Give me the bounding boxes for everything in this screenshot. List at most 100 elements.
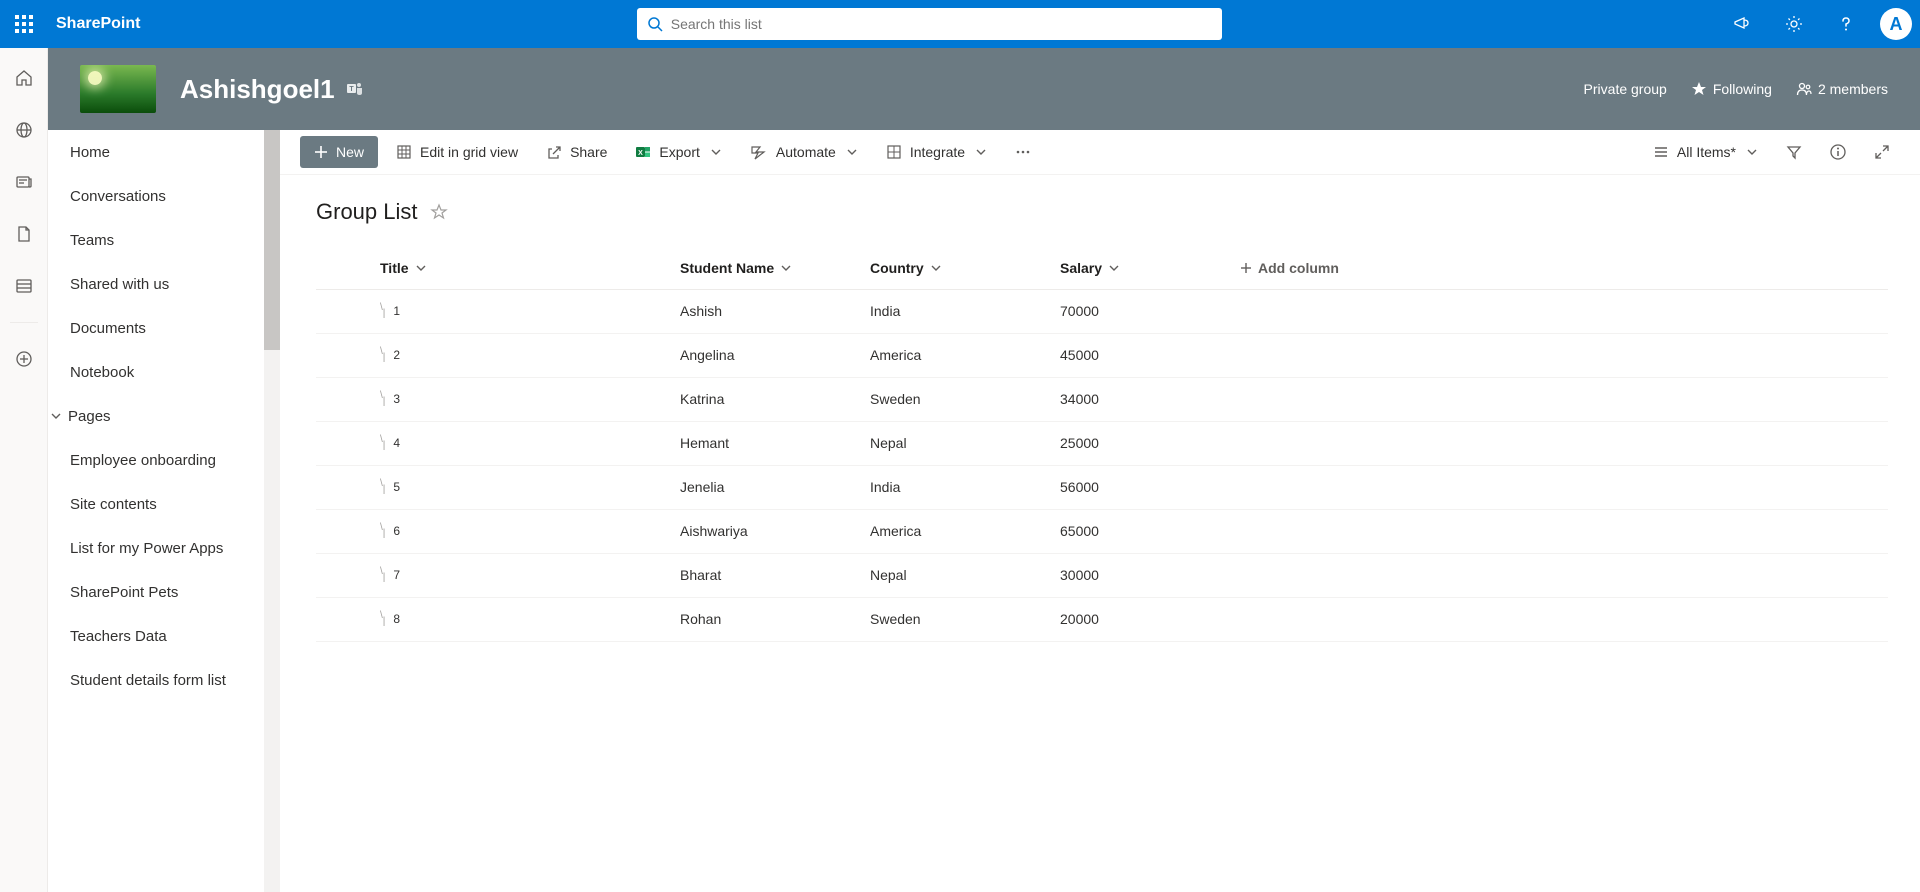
row-title-cell[interactable]: \ |1 [372, 289, 672, 333]
new-button[interactable]: New [300, 136, 378, 168]
site-title[interactable]: Ashishgoel1 [180, 74, 335, 105]
export-label: Export [659, 144, 699, 160]
left-nav-scroll[interactable]: HomeConversationsTeamsShared with usDocu… [48, 130, 280, 892]
edit-grid-button[interactable]: Edit in grid view [386, 136, 528, 168]
automate-button[interactable]: Automate [740, 136, 868, 168]
product-name[interactable]: SharePoint [56, 15, 140, 33]
table-row[interactable]: \ |2AngelinaAmerica45000 [316, 333, 1888, 377]
nav-item-teams[interactable]: Teams [48, 218, 280, 262]
search-input[interactable] [671, 16, 1212, 32]
row-student: Aishwariya [672, 509, 862, 553]
members-button[interactable]: 2 members [1796, 81, 1888, 97]
col-title[interactable]: Title [372, 247, 672, 289]
row-salary: 70000 [1052, 289, 1232, 333]
nav-item-shared-with-us[interactable]: Shared with us [48, 262, 280, 306]
rail-news-button[interactable] [4, 162, 44, 202]
row-title: 3 [393, 392, 400, 406]
teams-icon[interactable]: T [345, 79, 365, 99]
integrate-button[interactable]: Integrate [876, 136, 997, 168]
col-add[interactable]: Add column [1232, 247, 1888, 289]
more-commands-button[interactable] [1005, 136, 1041, 168]
row-title-cell[interactable]: \ |5 [372, 465, 672, 509]
following-button[interactable]: Following [1691, 81, 1772, 97]
nav-item-label: List for my Power Apps [70, 540, 223, 557]
col-student[interactable]: Student Name [672, 247, 862, 289]
row-add-cell [1232, 509, 1888, 553]
row-select-cell[interactable] [316, 421, 372, 465]
favorite-star-button[interactable] [430, 203, 448, 221]
nav-item-employee-onboarding[interactable]: Employee onboarding [48, 438, 280, 482]
left-nav-scrollbar-thumb[interactable] [264, 130, 280, 350]
nav-item-label: SharePoint Pets [70, 584, 178, 601]
nav-item-pages[interactable]: Pages [48, 394, 280, 438]
app-launcher-button[interactable] [0, 0, 48, 48]
table-row[interactable]: \ |3KatrinaSweden34000 [316, 377, 1888, 421]
settings-button[interactable] [1770, 0, 1818, 48]
avatar[interactable]: A [1880, 8, 1912, 40]
expand-button[interactable] [1864, 136, 1900, 168]
rail-globe-button[interactable] [4, 110, 44, 150]
rail-home-button[interactable] [4, 58, 44, 98]
row-select-cell[interactable] [316, 289, 372, 333]
suite-center [140, 8, 1718, 40]
row-title-cell[interactable]: \ |8 [372, 597, 672, 641]
nav-item-teachers-data[interactable]: Teachers Data [48, 614, 280, 658]
row-select-cell[interactable] [316, 597, 372, 641]
search-icon [647, 16, 663, 32]
table-row[interactable]: \ |5JeneliaIndia56000 [316, 465, 1888, 509]
row-title: 1 [393, 304, 400, 318]
left-nav-scrollbar-track[interactable] [264, 130, 280, 892]
col-country-label: Country [870, 260, 924, 276]
filter-button[interactable] [1776, 136, 1812, 168]
nav-item-home[interactable]: Home [48, 130, 280, 174]
row-select-cell[interactable] [316, 509, 372, 553]
row-salary: 30000 [1052, 553, 1232, 597]
row-select-cell[interactable] [316, 465, 372, 509]
search-box[interactable] [637, 8, 1222, 40]
table-row[interactable]: \ |6AishwariyaAmerica65000 [316, 509, 1888, 553]
row-title: 2 [393, 348, 400, 362]
nav-item-site-contents[interactable]: Site contents [48, 482, 280, 526]
table-row[interactable]: \ |8RohanSweden20000 [316, 597, 1888, 641]
share-button[interactable]: Share [536, 136, 617, 168]
col-country[interactable]: Country [862, 247, 1052, 289]
nav-item-notebook[interactable]: Notebook [48, 350, 280, 394]
row-select-cell[interactable] [316, 553, 372, 597]
info-button[interactable] [1820, 136, 1856, 168]
rail-lists-button[interactable] [4, 266, 44, 306]
col-select[interactable] [316, 247, 372, 289]
nav-item-conversations[interactable]: Conversations [48, 174, 280, 218]
row-select-cell[interactable] [316, 333, 372, 377]
home-icon [14, 68, 34, 88]
row-select-cell[interactable] [316, 377, 372, 421]
row-title-cell[interactable]: \ |7 [372, 553, 672, 597]
new-label: New [336, 144, 364, 160]
nav-item-list-for-my-power-apps[interactable]: List for my Power Apps [48, 526, 280, 570]
row-title-cell[interactable]: \ | 3 [372, 377, 672, 421]
row-title-cell[interactable]: \ | 2 [372, 333, 672, 377]
megaphone-button[interactable] [1718, 0, 1766, 48]
row-title-cell[interactable]: \ |4 [372, 421, 672, 465]
col-salary[interactable]: Salary [1052, 247, 1232, 289]
table-row[interactable]: \ |4HemantNepal25000 [316, 421, 1888, 465]
table-row[interactable]: \ |7BharatNepal30000 [316, 553, 1888, 597]
nav-item-student-details-form-list[interactable]: Student details form list [48, 658, 280, 702]
site-logo[interactable] [80, 65, 156, 113]
loading-icon: \ | [380, 393, 385, 405]
row-title-cell[interactable]: \ |6 [372, 509, 672, 553]
plus-icon [314, 145, 328, 159]
row-add-cell [1232, 377, 1888, 421]
app-rail [0, 48, 48, 892]
help-button[interactable] [1822, 0, 1870, 48]
rail-files-button[interactable] [4, 214, 44, 254]
nav-item-documents[interactable]: Documents [48, 306, 280, 350]
view-selector[interactable]: All Items* [1643, 136, 1768, 168]
loading-icon: \ | [380, 349, 385, 361]
plus-circle-icon [14, 349, 34, 369]
site-header-right: Private group Following 2 members [1584, 81, 1888, 97]
table-row[interactable]: \ |1AshishIndia70000 [316, 289, 1888, 333]
rail-create-button[interactable] [4, 339, 44, 379]
nav-item-sharepoint-pets[interactable]: SharePoint Pets [48, 570, 280, 614]
export-button[interactable]: X Export [625, 136, 731, 168]
automate-icon [750, 144, 768, 160]
